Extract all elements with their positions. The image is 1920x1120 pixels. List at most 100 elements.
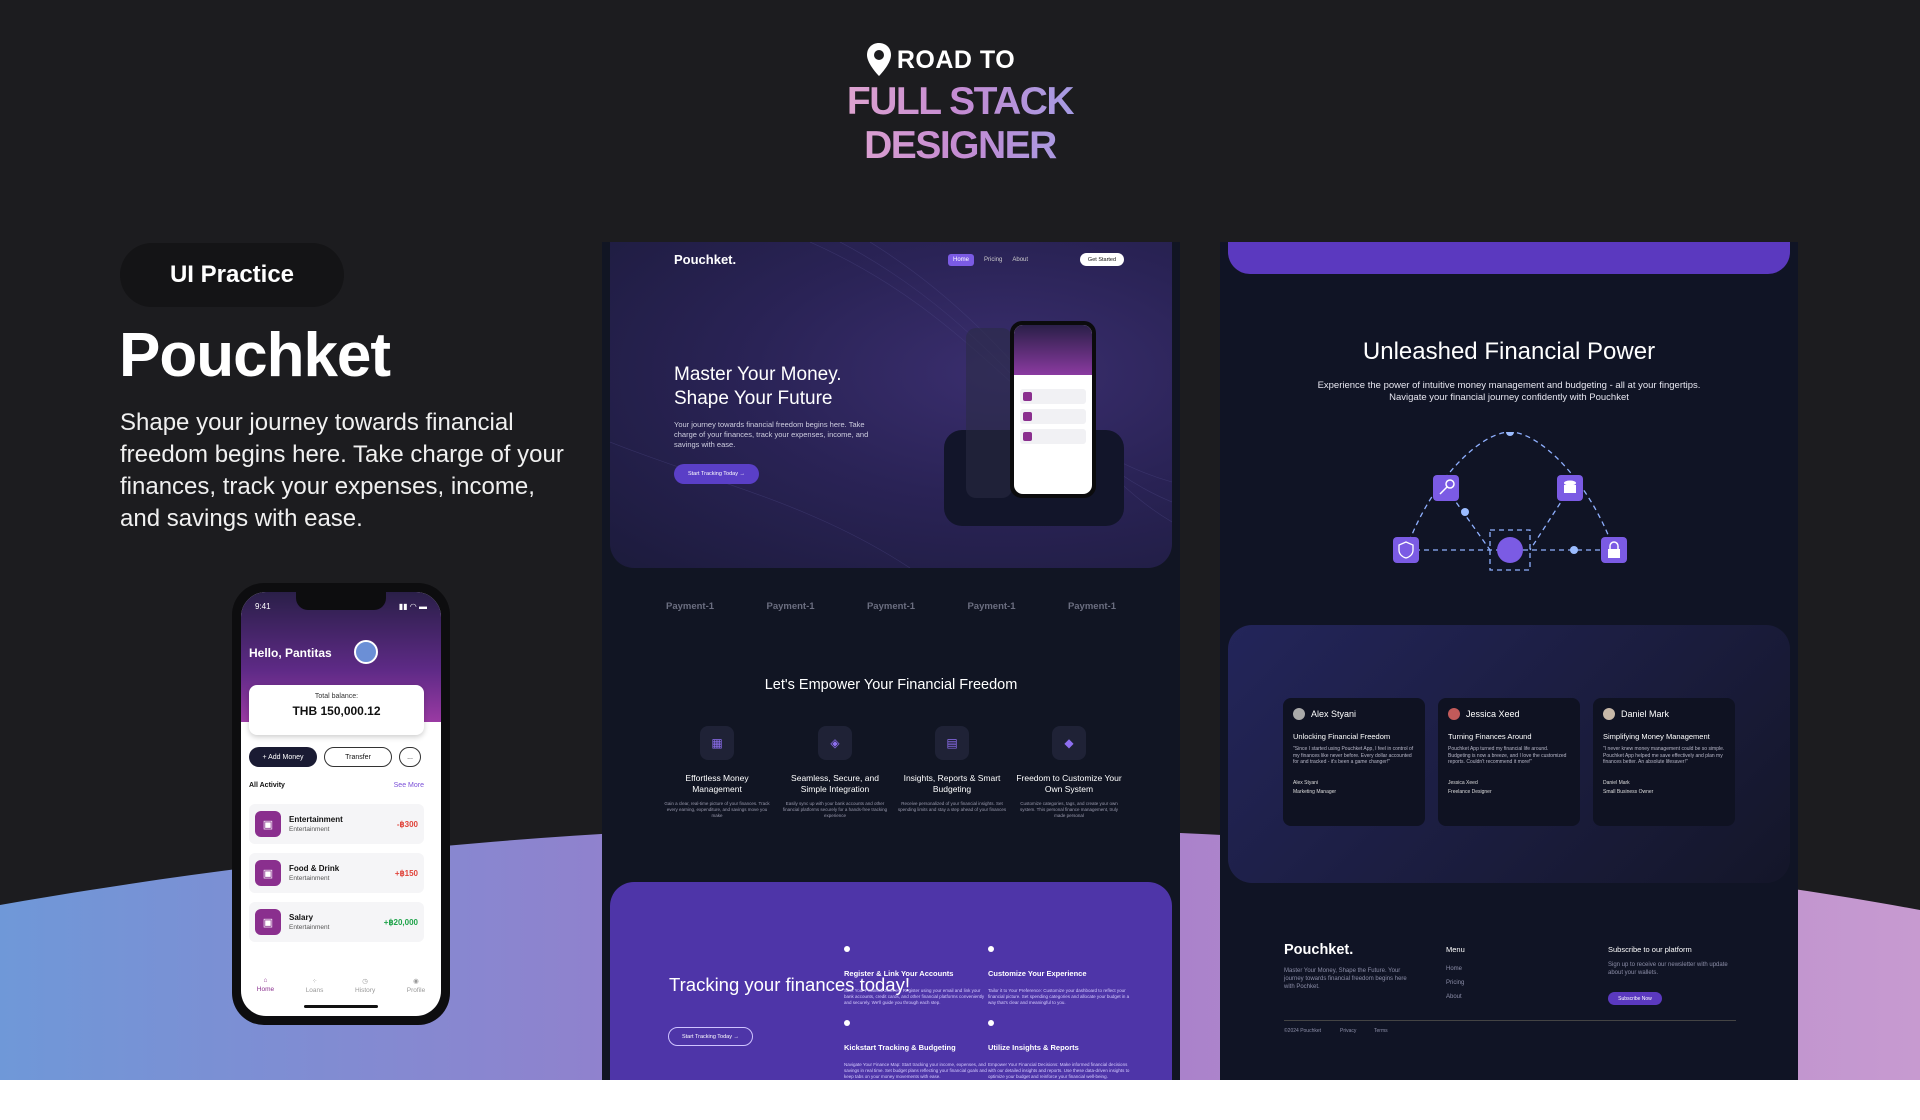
- phone-back-mockup: [966, 328, 1012, 498]
- database-icon: [1557, 475, 1583, 501]
- phone-front-mockup: [1010, 321, 1096, 498]
- button-label: Start Tracking Today: [687, 471, 738, 477]
- testimonial-quote: "Since I started using Pouchket App, I f…: [1293, 746, 1414, 765]
- feature-title: Freedom to Customize Your Own System: [1016, 773, 1122, 794]
- testimonial-name: Daniel Mark: [1621, 709, 1670, 719]
- privacy-link[interactable]: Privacy: [1340, 1028, 1356, 1034]
- feature-text: Gain a clear, real-time picture of your …: [664, 801, 770, 818]
- tab-label: History: [354, 987, 376, 994]
- customize-icon: ◆: [1052, 726, 1086, 760]
- mobile-app-mockup: 9:41 ▮▮ ◠ ▬ Hello, Pantitas Total balance…: [232, 583, 450, 1025]
- road-to-text: ROAD TO: [896, 45, 1016, 74]
- tab-profile[interactable]: ◉ Profile: [407, 977, 425, 994]
- list-item: [1020, 389, 1086, 404]
- footer-logo[interactable]: Pouchket.: [1284, 942, 1353, 958]
- testimonial-title: Turning Finances Around: [1448, 732, 1532, 741]
- testimonial-title: Unlocking Financial Freedom: [1293, 732, 1391, 741]
- chart-icon: ▤: [935, 726, 969, 760]
- step-title: Customize Your Experience: [988, 969, 1087, 978]
- home-indicator: [304, 1005, 378, 1008]
- activity-category: Entertainment: [289, 924, 330, 931]
- step-dot: [844, 946, 850, 952]
- activity-name: Food & Drink: [289, 864, 340, 873]
- signal-icon: ▮▮ ◠ ▬: [398, 602, 427, 611]
- hero-title-line: Shape Your Future: [674, 388, 833, 409]
- hero-title-line: Master Your Money.: [674, 364, 842, 385]
- grid-icon: ⁘: [311, 978, 318, 985]
- payment-logo: Payment-1: [666, 601, 715, 612]
- footer-menu-title: Menu: [1446, 945, 1465, 954]
- payment-logo: Payment-1: [866, 601, 916, 612]
- avatar: [1293, 708, 1305, 720]
- integration-diagram: [1393, 432, 1627, 571]
- feature-title: Insights, Reports & Smart Budgeting: [903, 773, 1001, 794]
- ticket-icon: ▣: [255, 860, 281, 886]
- list-item[interactable]: ▣ Entertainment Entertainment -฿300: [249, 804, 424, 844]
- key-icon: [1433, 475, 1459, 501]
- list-item[interactable]: ▣ Food & Drink Entertainment +฿150: [249, 853, 424, 893]
- list-item[interactable]: ▣ Salary Entertainment +฿20,000: [249, 902, 424, 942]
- footer-link-home[interactable]: Home: [1446, 966, 1462, 972]
- feature-card: ▤ Insights, Reports & Smart Budgeting Rece…: [897, 726, 1007, 813]
- testimonial-role: Small Business Owner: [1603, 788, 1654, 795]
- showcase-canvas: ROAD TO FULL STACK DESIGNER UI Practice …: [0, 0, 1920, 1120]
- tab-label: Home: [256, 986, 275, 993]
- testimonial-card: Alex Styani Unlocking Financial Freedom …: [1283, 698, 1425, 826]
- feature-text: Receive personalized of your financial i…: [897, 801, 1007, 812]
- feature-text: Customize categories, tags, and create y…: [1020, 801, 1118, 818]
- nav-home[interactable]: Home: [948, 254, 975, 266]
- transfer-button[interactable]: Transfer: [324, 747, 392, 767]
- activity-amount: +฿150: [394, 868, 418, 878]
- feature-card: ▦ Effortless Money Management Gain a clear…: [662, 726, 772, 819]
- action-buttons: + Add Money Transfer ...: [249, 747, 421, 767]
- footer-divider: [1284, 1020, 1736, 1021]
- tab-loans[interactable]: ⁘ Loans: [306, 977, 324, 994]
- category-pill: UI Practice: [120, 243, 344, 307]
- testimonial-author: Alex Styani: [1293, 779, 1319, 786]
- step-text: Start Your Financial Journey: Register u…: [844, 988, 985, 1005]
- arrow-right-icon: →: [733, 1033, 740, 1040]
- add-money-button[interactable]: + Add Money: [249, 747, 317, 767]
- footer-link-pricing[interactable]: Pricing: [1446, 980, 1464, 986]
- tab-home[interactable]: ⌂ Home: [257, 977, 274, 994]
- step-title: Register & Link Your Accounts: [844, 969, 954, 978]
- subscribe-button[interactable]: Subscribe Now: [1608, 992, 1662, 1005]
- activity-title: All Activity: [249, 782, 285, 789]
- tab-label: Loans: [305, 987, 324, 994]
- step-text: Tailor it to Your Preference: Customize …: [988, 988, 1130, 1005]
- footer-link-about[interactable]: About: [1446, 994, 1462, 1000]
- site-nav: Home Pricing About: [948, 254, 1028, 266]
- step-title: Kickstart Tracking & Budgeting: [844, 1043, 956, 1052]
- activity-header: All Activity See More: [249, 782, 424, 789]
- site-logo[interactable]: Pouchket.: [674, 252, 736, 267]
- step-dot: [844, 1020, 850, 1026]
- road-to-line: ROAD TO: [720, 42, 1160, 78]
- feature-title: Effortless Money Management: [685, 773, 749, 794]
- monitor-icon: ▦: [700, 726, 734, 760]
- see-more-link[interactable]: See More: [394, 782, 424, 789]
- step-item: Register & Link Your Accounts Start Your …: [844, 946, 989, 1006]
- payment-logo: Payment-1: [967, 601, 1016, 612]
- cta-button[interactable]: Start Tracking Today →: [668, 1027, 753, 1046]
- feature-card: ◆ Freedom to Customize Your Own System Cus…: [1014, 726, 1124, 819]
- balance-card: Total balance: THB 150,000.12: [249, 685, 424, 735]
- start-tracking-button[interactable]: Start Tracking Today →: [674, 464, 759, 484]
- step-dot: [988, 1020, 994, 1026]
- testimonial-quote: Pouchket App turned my financial life ar…: [1448, 746, 1567, 765]
- subscribe-title: Subscribe to our platform: [1608, 945, 1692, 954]
- tab-history[interactable]: ◷ History: [355, 977, 375, 994]
- activity-category: Entertainment: [289, 826, 330, 833]
- hero-section: Pouchket. Home Pricing About Get Started…: [610, 242, 1172, 568]
- empower-title: Let's Empower Your Financial Freedom: [764, 677, 1018, 693]
- nav-pricing[interactable]: Pricing: [984, 257, 1002, 263]
- get-started-button[interactable]: Get Started: [1080, 253, 1124, 266]
- avatar: [1448, 708, 1460, 720]
- bottom-strip: [0, 1080, 1920, 1120]
- clock-icon: ◷: [362, 978, 368, 985]
- more-button[interactable]: ...: [399, 747, 421, 767]
- nav-about[interactable]: About: [1012, 257, 1028, 263]
- phone-notch: [296, 592, 386, 610]
- terms-link[interactable]: Terms: [1374, 1028, 1388, 1034]
- power-text: Experience the power of intuitive money …: [1317, 380, 1701, 403]
- avatar[interactable]: [354, 640, 378, 664]
